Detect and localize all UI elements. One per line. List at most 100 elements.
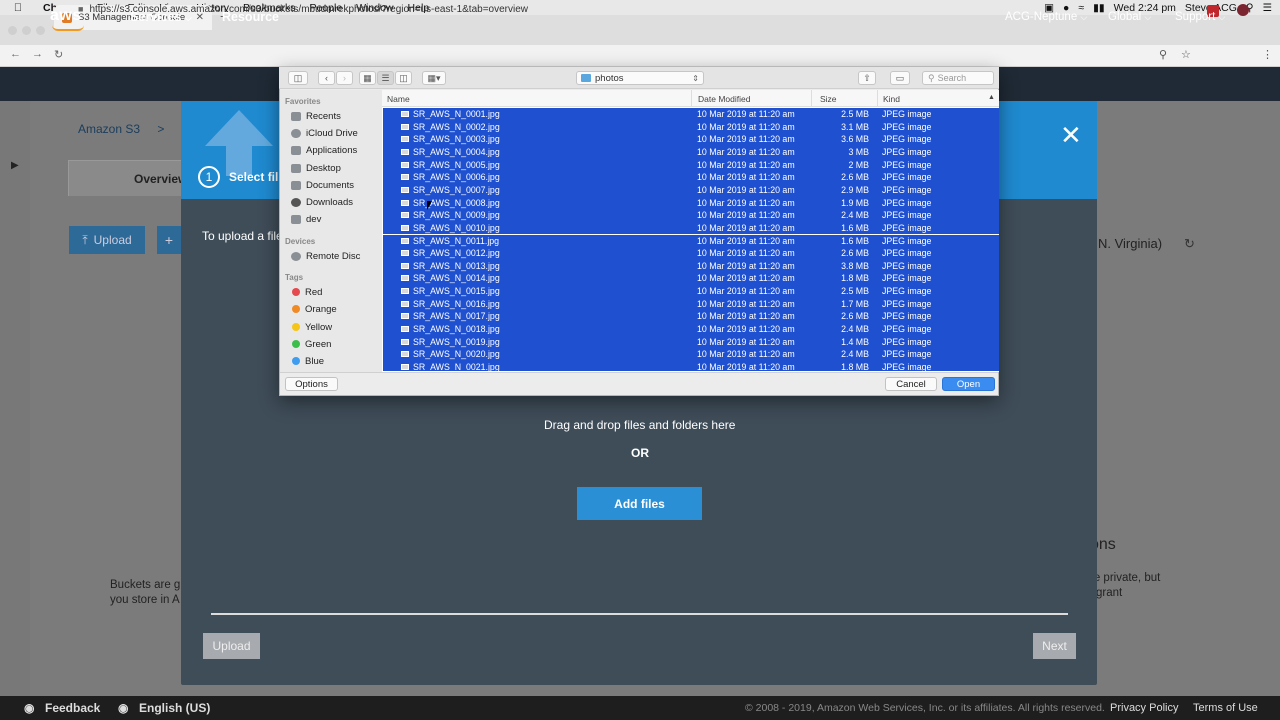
file-row[interactable]: SR_AWS_N_0009.jpg 10 Mar 2019 at 11:20 am…: [383, 209, 999, 222]
file-size: 1.9 MB: [841, 197, 869, 208]
column-header-kind[interactable]: Kind: [883, 94, 900, 104]
account-menu[interactable]: ACG-Neptune ⌵: [1005, 11, 1087, 23]
sidebar-item-icloud-drive[interactable]: iCloud Drive: [291, 126, 379, 140]
page-upload-button[interactable]: ⤒ Upload: [69, 226, 145, 254]
feedback-link[interactable]: Feedback: [45, 701, 100, 715]
sidebar-item-remote-disc[interactable]: Remote Disc: [291, 249, 379, 263]
file-row[interactable]: SR_AWS_N_0010.jpg 10 Mar 2019 at 11:20 am…: [383, 221, 999, 235]
file-row[interactable]: SR_AWS_N_0002.jpg 10 Mar 2019 at 11:20 am…: [383, 120, 999, 134]
chevron-updown-icon: ⇕: [692, 73, 699, 83]
column-header-size[interactable]: Size: [820, 94, 837, 104]
profile-avatar[interactable]: [1237, 4, 1249, 16]
file-date: 10 Mar 2019 at 11:20 am: [697, 349, 795, 360]
file-size: 2.4 MB: [841, 324, 869, 335]
sidebar-tag-red[interactable]: Red: [291, 285, 379, 299]
file-row[interactable]: SR_AWS_N_0005.jpg 10 Mar 2019 at 11:20 am…: [383, 158, 999, 172]
sidebar-tag-blue[interactable]: Blue: [291, 354, 379, 368]
reload-icon[interactable]: ↻: [54, 48, 63, 61]
create-folder-button[interactable]: +: [157, 226, 181, 254]
file-row[interactable]: SR_AWS_N_0011.jpg 10 Mar 2019 at 11:20 am…: [383, 234, 999, 248]
file-row[interactable]: SR_AWS_N_0004.jpg 10 Mar 2019 at 11:20 am…: [383, 145, 999, 159]
file-date: 10 Mar 2019 at 11:20 am: [697, 362, 795, 371]
sidebar-tag-orange[interactable]: Orange: [291, 302, 379, 316]
file-rows: SR_AWS_N_0001.jpg 10 Mar 2019 at 11:20 am…: [383, 108, 999, 371]
sidebar-item-desktop[interactable]: Desktop: [291, 161, 379, 175]
group-view-icon[interactable]: ▦▾: [422, 71, 446, 85]
modal-close-icon[interactable]: ✕: [1060, 122, 1082, 148]
file-row[interactable]: SR_AWS_N_0019.jpg 10 Mar 2019 at 11:20 am…: [383, 335, 999, 349]
terms-of-use-link[interactable]: Terms of Use: [1193, 702, 1258, 714]
back-icon[interactable]: ‹: [318, 71, 335, 85]
icon-view-icon[interactable]: ▦: [359, 71, 376, 85]
upload-icon: ⤒: [82, 232, 88, 247]
add-files-button[interactable]: Add files: [577, 487, 702, 520]
file-row[interactable]: SR_AWS_N_0007.jpg 10 Mar 2019 at 11:20 am…: [383, 183, 999, 197]
downloads-icon: [291, 197, 301, 207]
forward-icon[interactable]: →: [32, 48, 43, 60]
column-separator: [811, 90, 812, 107]
language-selector[interactable]: English (US): [139, 701, 210, 715]
back-icon[interactable]: ←: [10, 48, 21, 60]
file-row[interactable]: SR_AWS_N_0003.jpg 10 Mar 2019 at 11:20 am…: [383, 133, 999, 146]
sidebar-item-recents[interactable]: Recents: [291, 109, 379, 123]
jpeg-file-icon: [401, 313, 409, 320]
battery-icon[interactable]: ▮▮: [1093, 2, 1105, 14]
file-row[interactable]: SR_AWS_N_0017.jpg 10 Mar 2019 at 11:20 am…: [383, 310, 999, 324]
resource-groups-menu[interactable]: Resource: [222, 10, 279, 24]
sidebar-toggle-icon[interactable]: ◫: [288, 71, 308, 85]
list-view-icon[interactable]: ☰: [377, 71, 394, 85]
sidebar-tag-yellow[interactable]: Yellow: [291, 320, 379, 334]
file-row[interactable]: SR_AWS_N_0008.jpg 10 Mar 2019 at 11:20 am…: [383, 196, 999, 210]
file-row[interactable]: SR_AWS_N_0001.jpg 10 Mar 2019 at 11:20 am…: [383, 108, 999, 121]
forward-icon[interactable]: ›: [336, 71, 353, 85]
file-row[interactable]: SR_AWS_N_0020.jpg 10 Mar 2019 at 11:20 am…: [383, 348, 999, 361]
or-separator: OR: [631, 446, 649, 460]
file-row[interactable]: SR_AWS_N_0018.jpg 10 Mar 2019 at 11:20 am…: [383, 323, 999, 336]
tag-icon[interactable]: ▭: [890, 71, 910, 85]
window-close-icon[interactable]: [8, 26, 17, 35]
file-row[interactable]: SR_AWS_N_0015.jpg 10 Mar 2019 at 11:20 am…: [383, 285, 999, 298]
notification-center-icon[interactable]: ☰: [1263, 2, 1272, 14]
column-header-date[interactable]: Date Modified: [698, 94, 750, 104]
chevron-down-icon: ⌵: [1218, 12, 1226, 22]
file-row[interactable]: SR_AWS_N_0016.jpg 10 Mar 2019 at 11:20 am…: [383, 297, 999, 311]
column-view-icon[interactable]: ◫: [395, 71, 412, 85]
open-button[interactable]: Open: [942, 377, 995, 391]
share-icon[interactable]: ⇧: [858, 71, 876, 85]
chrome-menu-icon[interactable]: ⋮: [1262, 48, 1273, 61]
location-select[interactable]: photos ⇕: [576, 71, 704, 85]
file-row[interactable]: SR_AWS_N_0021.jpg 10 Mar 2019 at 11:20 am…: [383, 361, 999, 371]
cancel-button[interactable]: Cancel: [885, 377, 937, 391]
support-menu[interactable]: Support ⌵: [1175, 11, 1225, 23]
privacy-policy-link[interactable]: Privacy Policy: [1110, 702, 1178, 714]
refresh-icon[interactable]: ↻: [1184, 236, 1195, 252]
window-minimize-icon[interactable]: [22, 26, 31, 35]
sidebar-item-downloads[interactable]: Downloads: [291, 195, 379, 209]
file-row[interactable]: SR_AWS_N_0006.jpg 10 Mar 2019 at 11:20 am…: [383, 171, 999, 184]
file-row[interactable]: SR_AWS_N_0012.jpg 10 Mar 2019 at 11:20 am…: [383, 247, 999, 260]
tab-overview[interactable]: Overview: [68, 160, 188, 196]
options-button[interactable]: Options: [285, 377, 338, 391]
breadcrumb-amazon-s3[interactable]: Amazon S3: [78, 122, 140, 136]
aws-logo[interactable]: aws: [50, 7, 82, 25]
column-header-name[interactable]: Name: [387, 94, 410, 104]
modal-next-button[interactable]: Next: [1033, 633, 1076, 659]
file-row[interactable]: SR_AWS_N_0014.jpg 10 Mar 2019 at 11:20 am…: [383, 272, 999, 286]
sidebar-tag-green[interactable]: Green: [291, 337, 379, 351]
dialog-search-input[interactable]: ⚲ Search: [922, 71, 994, 85]
expand-sidebar-icon[interactable]: ▶: [11, 160, 19, 171]
apple-icon[interactable]: : [0, 2, 36, 14]
window-zoom-icon[interactable]: [36, 26, 45, 35]
sidebar-item-documents[interactable]: Documents: [291, 178, 379, 192]
services-menu[interactable]: Services ⌵: [130, 10, 192, 24]
file-kind: JPEG image: [882, 172, 932, 183]
bookmark-star-icon[interactable]: ☆: [1181, 48, 1191, 61]
sidebar-item-applications[interactable]: Applications: [291, 143, 379, 157]
zoom-icon[interactable]: ⚲: [1159, 48, 1167, 61]
documents-icon: [291, 180, 301, 190]
sidebar-item-dev[interactable]: dev: [291, 212, 379, 226]
jpeg-file-icon: [401, 199, 409, 206]
region-menu[interactable]: Global ⌵: [1108, 11, 1151, 23]
modal-upload-button[interactable]: Upload: [203, 633, 260, 659]
file-row[interactable]: SR_AWS_N_0013.jpg 10 Mar 2019 at 11:20 am…: [383, 259, 999, 273]
